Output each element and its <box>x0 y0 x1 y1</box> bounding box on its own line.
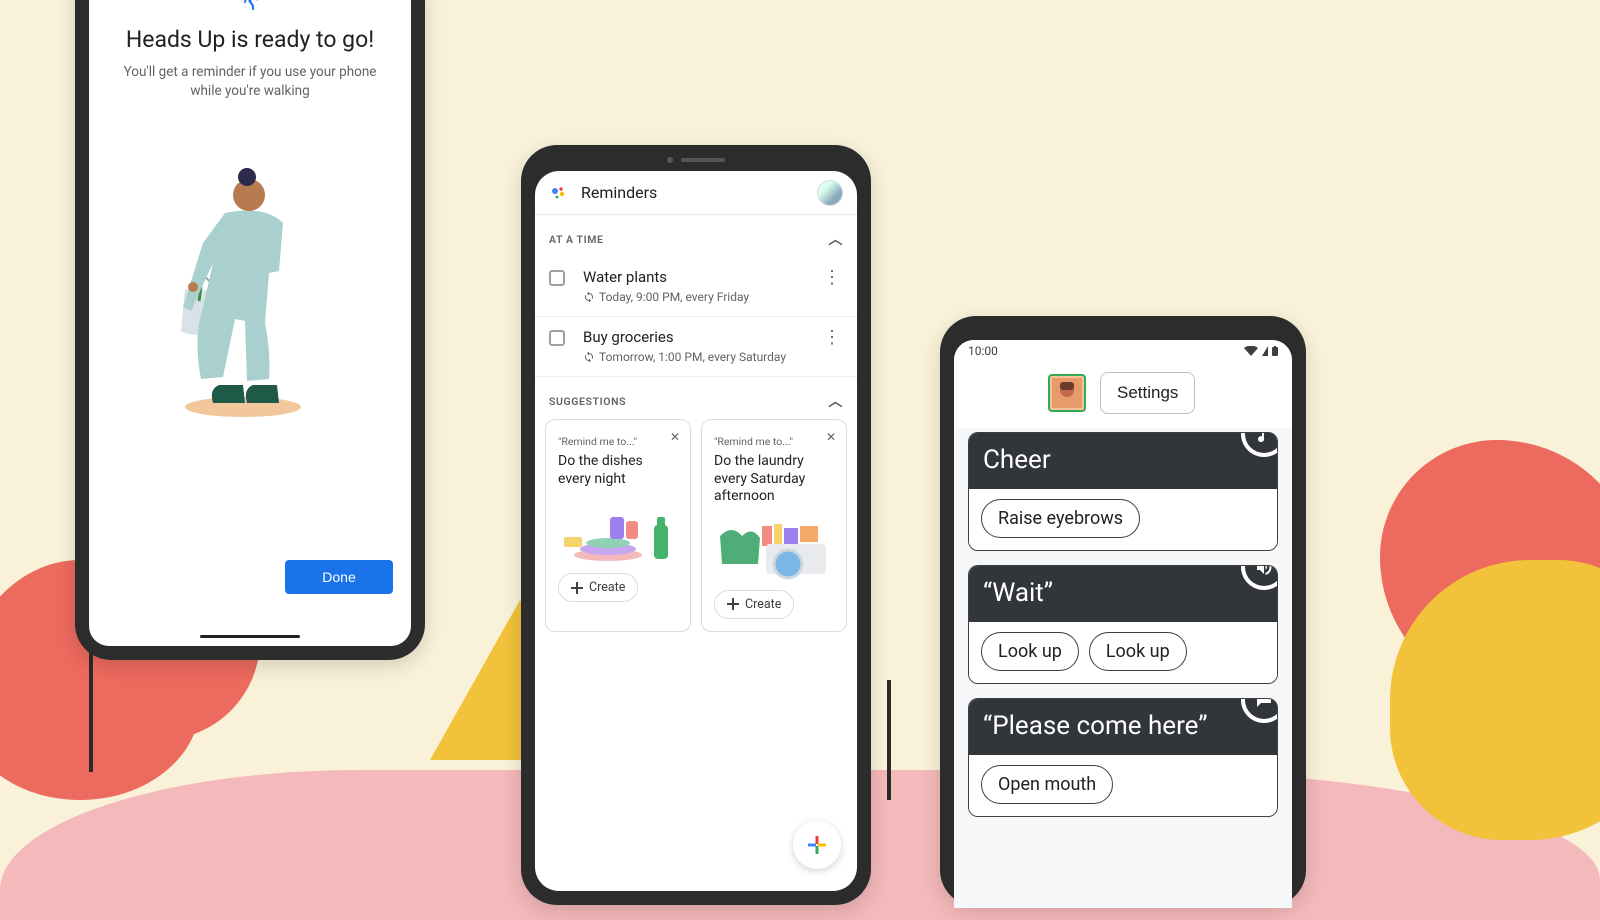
headsup-title: Heads Up is ready to go! <box>107 26 393 53</box>
status-time: 10:00 <box>968 344 998 358</box>
chevron-up-icon[interactable]: ︿ <box>828 391 843 411</box>
reminder-name: Buy groceries <box>583 328 674 346</box>
plus-multicolor-icon <box>806 834 828 856</box>
card-title: Cheer <box>969 433 1277 489</box>
create-button[interactable]: Create <box>558 573 638 602</box>
suggestion-card: "Remind me to..." ✕ Do the laundry every… <box>701 419 847 632</box>
reminders-header: Reminders <box>535 171 857 215</box>
close-icon[interactable]: ✕ <box>670 430 680 444</box>
battery-icon <box>1272 346 1278 356</box>
card-title: “Wait” <box>969 566 1277 622</box>
suggestion-text: Do the laundry every Saturday afternoon <box>714 453 834 506</box>
chip-open-mouth[interactable]: Open mouth <box>981 765 1113 804</box>
phone-reminders: Reminders AT A TIME ︿ Water plants Today… <box>521 145 871 905</box>
plus-icon <box>727 598 739 610</box>
section-suggestions: SUGGESTIONS <box>549 395 626 408</box>
reminders-title: Reminders <box>581 183 657 202</box>
plus-icon <box>571 582 583 594</box>
more-icon[interactable]: ⋮ <box>821 269 843 287</box>
bg-trunk-mid <box>887 680 891 800</box>
create-button[interactable]: Create <box>714 590 794 619</box>
status-bar: 10:00 <box>954 340 1292 362</box>
phone-headsup: Heads Up is ready to go! You'll get a re… <box>75 0 425 660</box>
phone-notch <box>667 157 725 163</box>
fab-add[interactable] <box>793 821 841 869</box>
more-icon[interactable]: ⋮ <box>821 329 843 347</box>
reminder-item[interactable]: Water plants Today, 9:00 PM, every Frida… <box>535 257 857 317</box>
action-card-wait: “Wait” Look up Look up <box>968 565 1278 684</box>
settings-button[interactable]: Settings <box>1100 372 1195 414</box>
home-indicator <box>200 635 300 638</box>
card-title: “Please come here” <box>969 699 1277 755</box>
reminder-meta: Today, 9:00 PM, every Friday <box>599 290 749 304</box>
checkbox[interactable] <box>549 270 565 286</box>
action-card-cheer: Cheer Raise eyebrows <box>968 432 1278 551</box>
walking-illustration <box>107 141 393 421</box>
profile-avatar[interactable] <box>1048 374 1086 412</box>
bg-trunk-left <box>89 652 93 772</box>
suggestion-hint: "Remind me to..." <box>558 435 637 448</box>
section-at-a-time: AT A TIME <box>549 233 604 246</box>
chip-look-up[interactable]: Look up <box>1089 632 1187 671</box>
avatar[interactable] <box>817 180 843 206</box>
dishes-illustration <box>558 495 678 563</box>
repeat-icon <box>583 351 595 363</box>
laundry-illustration <box>714 512 834 580</box>
signal-icon <box>1262 346 1268 356</box>
reminder-name: Water plants <box>583 268 667 286</box>
walking-icon <box>240 0 260 16</box>
suggestion-text: Do the dishes every night <box>558 453 678 489</box>
checkbox[interactable] <box>549 330 565 346</box>
close-icon[interactable]: ✕ <box>826 430 836 444</box>
chip-look-up[interactable]: Look up <box>981 632 1079 671</box>
suggestion-hint: "Remind me to..." <box>714 435 793 448</box>
repeat-icon <box>583 291 595 303</box>
suggestion-card: "Remind me to..." ✕ Do the dishes every … <box>545 419 691 632</box>
assistant-icon <box>549 184 567 202</box>
reminder-item[interactable]: Buy groceries Tomorrow, 1:00 PM, every S… <box>535 317 857 377</box>
chevron-up-icon[interactable]: ︿ <box>828 229 843 249</box>
action-card-please-come-here: “Please come here” Open mouth <box>968 698 1278 817</box>
chip-raise-eyebrows[interactable]: Raise eyebrows <box>981 499 1140 538</box>
phone-switches: 10:00 Settings Cheer Raise eyebrows <box>940 316 1306 906</box>
done-button[interactable]: Done <box>285 560 393 594</box>
reminder-meta: Tomorrow, 1:00 PM, every Saturday <box>599 350 786 364</box>
wifi-icon <box>1244 346 1258 356</box>
headsup-subtitle: You'll get a reminder if you use your ph… <box>107 63 393 101</box>
